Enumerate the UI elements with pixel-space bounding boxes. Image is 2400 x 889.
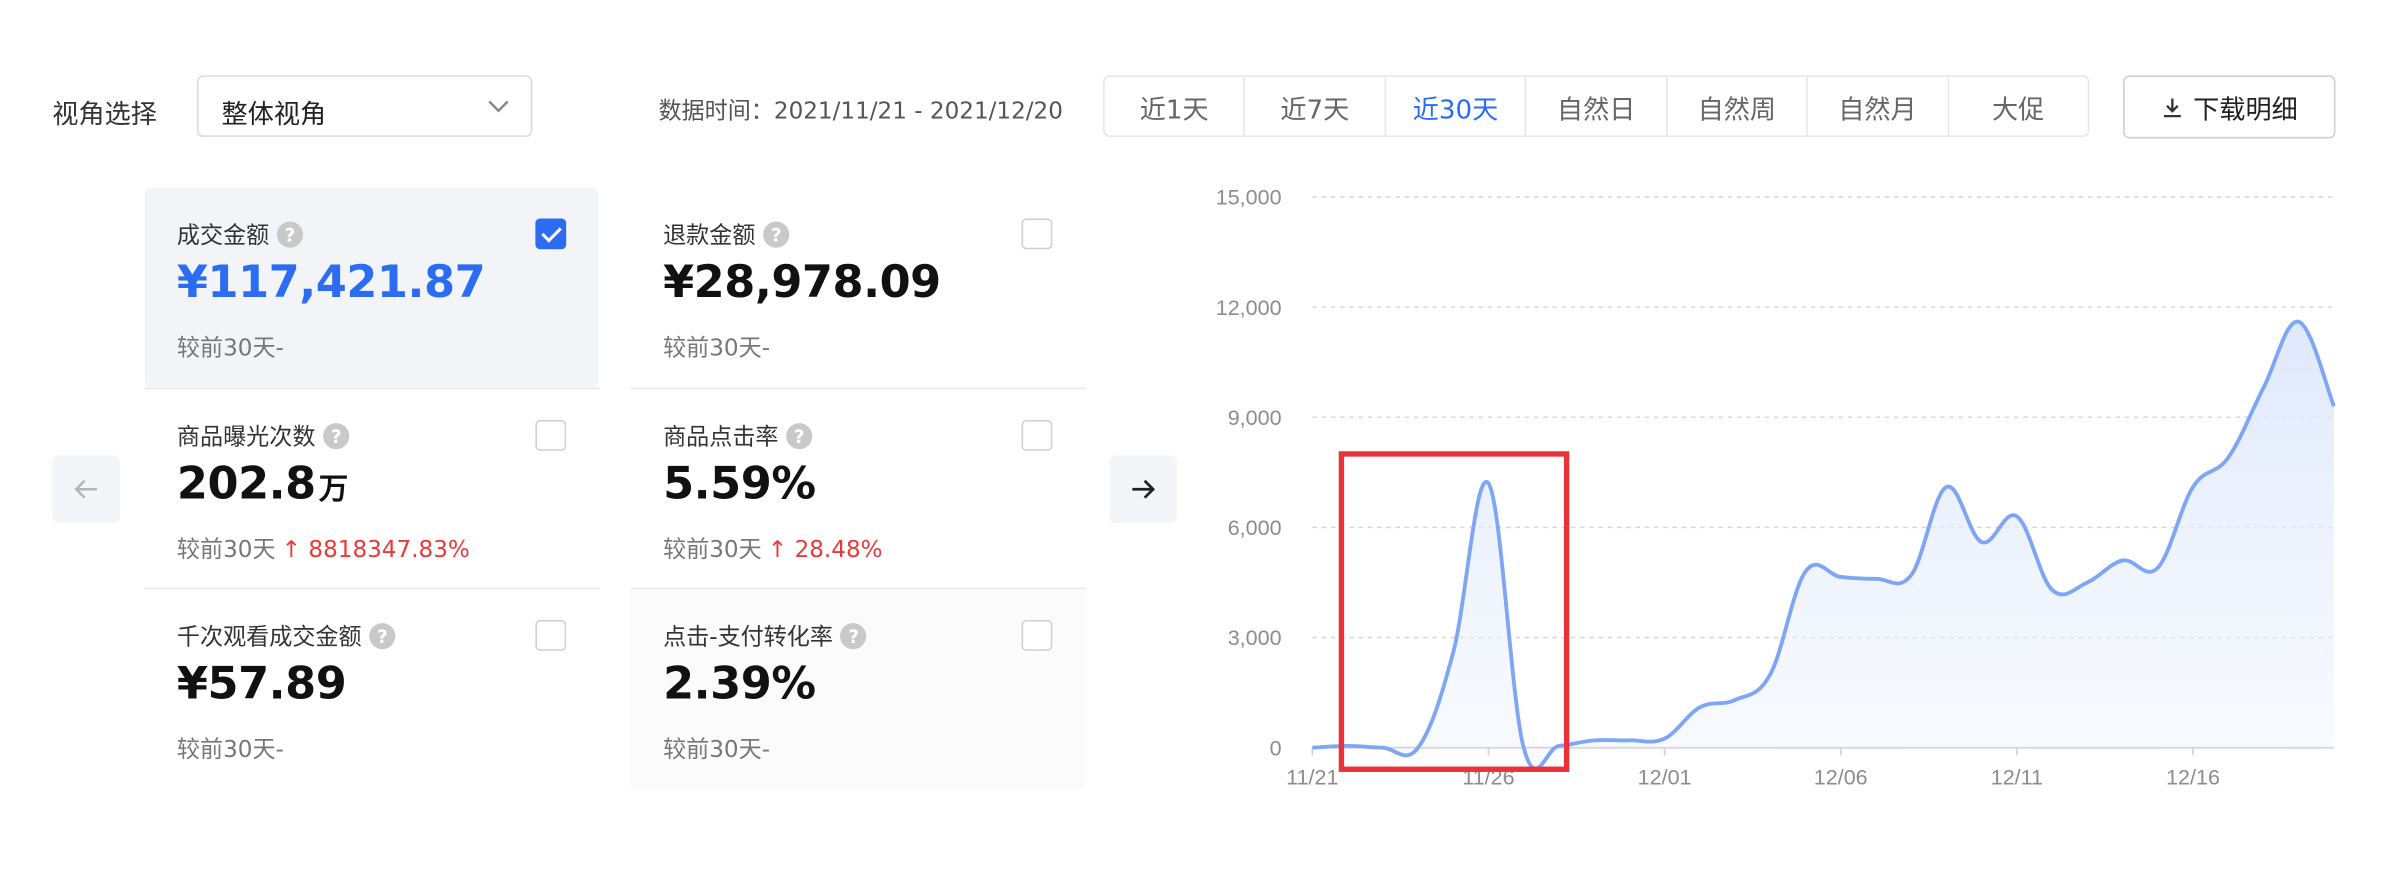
range-tab-natural-week[interactable]: 自然周 bbox=[1667, 76, 1808, 136]
metric-value-number: 202.8 bbox=[176, 456, 316, 510]
chevron-down-icon bbox=[488, 100, 509, 113]
metric-title: 成交金额? bbox=[176, 218, 304, 250]
metric-value: 202.8 万 bbox=[177, 457, 348, 509]
perspective-select[interactable]: 整体视角 bbox=[196, 75, 533, 137]
y-tick-label: 15,000 bbox=[1216, 186, 1282, 210]
question-circle-icon[interactable]: ? bbox=[763, 221, 790, 248]
metric-compare: 较前30天- bbox=[663, 333, 771, 362]
metric-value: ¥28,978.09 bbox=[663, 255, 941, 308]
metric-compare-label: 较前30天 bbox=[663, 535, 762, 564]
metric-title-text: 点击-支付转化率 bbox=[663, 623, 833, 651]
metric-compare: 较前30天- bbox=[663, 735, 771, 764]
metric-card-gmv[interactable]: 成交金额? ¥117,421.87 较前30天- bbox=[144, 187, 599, 388]
question-circle-icon[interactable]: ? bbox=[276, 221, 304, 248]
metric-checkbox[interactable] bbox=[1021, 620, 1053, 651]
question-circle-icon[interactable]: ? bbox=[369, 623, 396, 650]
metric-title: 退款金额? bbox=[663, 218, 790, 250]
metric-title: 千次观看成交金额? bbox=[176, 620, 396, 652]
time-range-tabs: 近1天 近7天 近30天 自然日 自然周 自然月 大促 bbox=[1103, 75, 2090, 137]
x-tick-label: 12/11 bbox=[1991, 766, 2043, 790]
metric-compare: 较前30天- bbox=[176, 333, 284, 362]
metric-value: ¥57.89 bbox=[176, 656, 347, 710]
y-axis-ticks: 0 3,000 6,000 9,000 12,000 15,000 bbox=[1216, 186, 1282, 761]
question-circle-icon[interactable]: ? bbox=[840, 623, 867, 650]
metric-title-text: 退款金额 bbox=[663, 221, 756, 250]
download-details-button[interactable]: 下载明细 bbox=[2123, 75, 2336, 139]
question-circle-icon[interactable]: ? bbox=[786, 423, 813, 450]
arrow-up-icon: ↑ bbox=[767, 535, 788, 564]
x-tick-label: 12/16 bbox=[2166, 766, 2220, 790]
data-time-range: 2021/11/21 - 2021/12/20 bbox=[773, 96, 1063, 125]
metric-title-text: 千次观看成交金额 bbox=[176, 623, 362, 651]
metric-title: 商品曝光次数? bbox=[176, 420, 350, 452]
metric-title: 点击-支付转化率? bbox=[663, 620, 867, 652]
series-area bbox=[1312, 321, 2334, 769]
metric-card-conversion[interactable]: 点击-支付转化率? 2.39% 较前30天- bbox=[630, 589, 1085, 790]
metric-checkbox[interactable] bbox=[535, 620, 567, 651]
perspective-select-value: 整体视角 bbox=[221, 100, 327, 131]
metric-checkbox[interactable] bbox=[1021, 420, 1053, 451]
range-tab-30d[interactable]: 近30天 bbox=[1386, 76, 1527, 136]
arrow-up-icon: ↑ bbox=[281, 535, 302, 564]
metric-value: ¥117,421.87 bbox=[176, 255, 486, 308]
range-tab-natural-day[interactable]: 自然日 bbox=[1527, 76, 1668, 136]
metric-title-text: 成交金额 bbox=[176, 221, 270, 250]
metric-compare: 较前30天- bbox=[176, 735, 284, 764]
y-tick-label: 6,000 bbox=[1228, 516, 1282, 540]
arrow-left-icon bbox=[74, 479, 97, 499]
range-tab-promotion[interactable]: 大促 bbox=[1949, 77, 2088, 135]
metric-card-refund[interactable]: 退款金额? ¥28,978.09 较前30天- bbox=[631, 188, 1085, 388]
metric-title-text: 商品点击率 bbox=[663, 423, 779, 451]
metric-compare: 较前30天 ↑ 28.48% bbox=[663, 532, 882, 564]
y-tick-label: 0 bbox=[1270, 736, 1282, 760]
metric-title-text: 商品曝光次数 bbox=[176, 423, 316, 451]
y-tick-label: 9,000 bbox=[1228, 406, 1282, 430]
data-time-label: 数据时间： bbox=[658, 96, 774, 125]
perspective-label: 视角选择 bbox=[52, 100, 157, 131]
metric-compare-label: 较前30天 bbox=[176, 535, 276, 564]
prev-button[interactable] bbox=[52, 455, 121, 524]
next-button[interactable] bbox=[1109, 455, 1177, 524]
metric-checkbox[interactable] bbox=[535, 218, 567, 250]
range-tab-1d[interactable]: 近1天 bbox=[1105, 76, 1246, 136]
range-tab-7d[interactable]: 近7天 bbox=[1245, 76, 1386, 136]
x-tick-label: 12/01 bbox=[1638, 766, 1692, 790]
metric-card-gpm[interactable]: 千次观看成交金额? ¥57.89 较前30天- bbox=[145, 589, 599, 789]
download-icon bbox=[2163, 97, 2181, 117]
metric-card-impressions[interactable]: 商品曝光次数? 202.8 万 较前30天 ↑ 8818347.83% bbox=[145, 389, 599, 589]
arrow-right-icon bbox=[1132, 479, 1156, 499]
trend-chart: 03,0006,0009,00012,00015,000 11/21 11/26 1… bbox=[1216, 186, 2336, 790]
metric-value-unit: 万 bbox=[318, 472, 348, 507]
metric-checkbox[interactable] bbox=[1021, 218, 1053, 250]
range-tab-natural-month[interactable]: 自然月 bbox=[1808, 76, 1949, 136]
question-circle-icon[interactable]: ? bbox=[323, 423, 350, 450]
download-label: 下载明细 bbox=[2193, 95, 2298, 127]
y-tick-label: 3,000 bbox=[1228, 626, 1282, 650]
metric-value: 5.59% bbox=[663, 456, 816, 510]
x-tick-label: 11/21 bbox=[1286, 766, 1338, 790]
data-time: 数据时间：2021/11/21 - 2021/12/20 bbox=[658, 94, 1062, 126]
metric-card-ctr[interactable]: 商品点击率? 5.59% 较前30天 ↑ 28.48% bbox=[631, 389, 1085, 589]
metric-compare: 较前30天 ↑ 8818347.83% bbox=[177, 532, 470, 564]
increase-indicator: ↑ 28.48% bbox=[768, 535, 883, 563]
increase-indicator: ↑ 8818347.83% bbox=[282, 535, 470, 563]
metric-value: 2.39% bbox=[663, 656, 816, 710]
metric-checkbox[interactable] bbox=[535, 420, 567, 451]
y-tick-label: 12,000 bbox=[1216, 296, 1282, 320]
metric-change: 28.48% bbox=[794, 535, 883, 564]
x-tick-label: 12/06 bbox=[1814, 766, 1868, 790]
metric-change: 8818347.83% bbox=[308, 535, 470, 564]
analytics-panel: 视角选择 整体视角 数据时间：2021/11/21 - 2021/12/20 近… bbox=[0, 0, 2400, 889]
metric-title: 商品点击率? bbox=[663, 420, 813, 452]
